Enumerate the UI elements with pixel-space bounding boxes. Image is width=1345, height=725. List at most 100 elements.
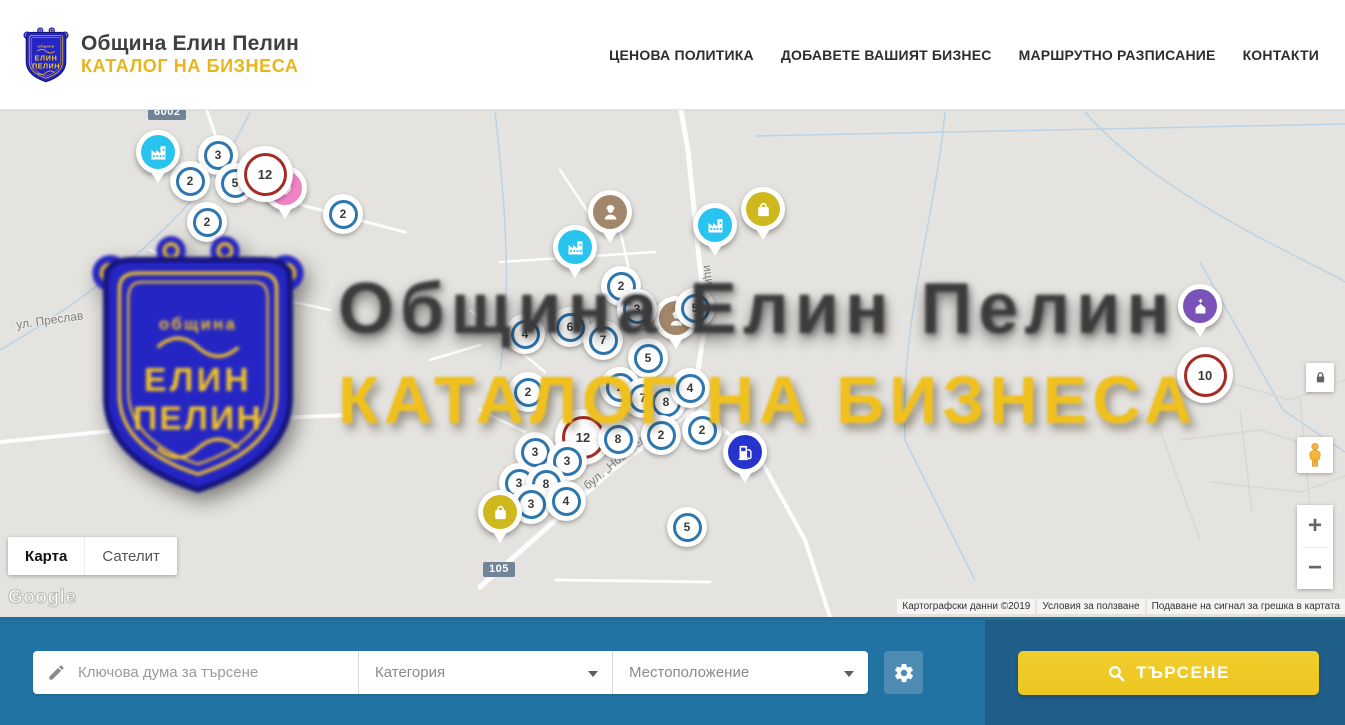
location-select[interactable]: Местоположение — [612, 651, 868, 694]
bag-icon — [490, 502, 511, 523]
map-pin-marker[interactable] — [693, 203, 737, 247]
map-type-satellite-button[interactable]: Сателит — [84, 537, 177, 575]
cluster-ring: 7 — [589, 326, 618, 355]
cluster-count: 12 — [258, 167, 272, 182]
pegman-icon — [1303, 442, 1327, 468]
map-cluster-marker[interactable]: 5 — [675, 288, 715, 328]
attribution-copyright: Картографски данни ©2019 — [897, 599, 1035, 614]
search-submit-button[interactable]: ТЪРСЕНЕ — [1018, 651, 1319, 695]
map-cluster-marker[interactable]: 4 — [670, 368, 710, 408]
main-nav: ЦЕНОВА ПОЛИТИКА ДОБАВЕТЕ ВАШИЯТ БИЗНЕС М… — [609, 47, 1319, 63]
google-logo[interactable]: Google — [8, 587, 76, 609]
map-markers-layer: 325122223564752278412822333834510 — [0, 110, 1345, 617]
map-pin-marker[interactable] — [1178, 284, 1222, 328]
map-cluster-marker[interactable]: 2 — [170, 161, 210, 201]
attribution-report-error-link[interactable]: Подаване на сигнал за грешка в картата — [1147, 599, 1345, 614]
cluster-count: 2 — [340, 207, 347, 221]
cluster-ring: 3 — [521, 438, 550, 467]
category-select[interactable]: Категория — [358, 651, 612, 694]
pin-circle — [558, 230, 592, 264]
pin-circle — [698, 208, 732, 242]
map-cluster-marker[interactable]: 2 — [323, 194, 363, 234]
map-cluster-marker[interactable]: 2 — [641, 415, 681, 455]
pin-circle — [746, 192, 780, 226]
map-cluster-marker[interactable]: 4 — [546, 481, 586, 521]
cluster-ring: 6 — [556, 313, 585, 342]
cluster-count: 5 — [684, 520, 691, 534]
map-pin-marker[interactable] — [741, 187, 785, 231]
keyword-input[interactable] — [78, 664, 348, 681]
cluster-count: 2 — [618, 279, 625, 293]
map-type-map-button[interactable]: Карта — [8, 537, 84, 575]
map-cluster-marker[interactable]: 12 — [237, 146, 293, 202]
map-pin-marker[interactable] — [588, 190, 632, 234]
map-lock-button[interactable] — [1306, 363, 1334, 392]
cluster-ring: 5 — [681, 294, 710, 323]
map-cluster-marker[interactable]: 5 — [667, 507, 707, 547]
street-view-pegman-button[interactable] — [1297, 437, 1333, 473]
cluster-count: 2 — [187, 174, 194, 188]
nav-item-pricing[interactable]: ЦЕНОВА ПОЛИТИКА — [609, 47, 754, 63]
map-pin-marker[interactable] — [723, 430, 767, 474]
advanced-filters-button[interactable] — [884, 651, 923, 694]
map-cluster-marker[interactable]: 2 — [508, 372, 548, 412]
cluster-count: 3 — [215, 148, 222, 162]
app-window: Община Елин Пелин КАТАЛОГ НА БИЗНЕСА ЦЕН… — [0, 0, 1345, 725]
church-icon — [1190, 296, 1211, 317]
map-cluster-marker[interactable]: 8 — [598, 419, 638, 459]
zoom-in-button[interactable]: + — [1297, 505, 1333, 547]
cluster-count: 7 — [600, 333, 607, 347]
fuel-icon — [735, 442, 756, 463]
pin-circle — [593, 195, 627, 229]
map-cluster-marker[interactable]: 3 — [617, 289, 657, 329]
keyword-field[interactable] — [33, 651, 358, 694]
search-icon — [1107, 664, 1126, 683]
gear-icon — [893, 662, 915, 684]
cluster-ring: 4 — [552, 487, 581, 516]
cluster-ring: 3 — [623, 295, 652, 324]
nav-item-add-business[interactable]: ДОБАВЕТЕ ВАШИЯТ БИЗНЕС — [781, 47, 992, 63]
cluster-count: 2 — [525, 385, 532, 399]
map-pin-marker[interactable] — [136, 130, 180, 174]
pin-circle — [141, 135, 175, 169]
map-cluster-marker[interactable]: 2 — [187, 202, 227, 242]
cluster-count: 6 — [567, 320, 574, 334]
cluster-ring: 4 — [511, 320, 540, 349]
attribution-terms-link[interactable]: Условия за ползване — [1037, 599, 1144, 614]
search-bar: Категория Местоположение ТЪРСЕНЕ — [0, 617, 1345, 725]
map-pin-marker[interactable] — [478, 490, 522, 534]
nav-item-schedule[interactable]: МАРШРУТНО РАЗПИСАНИЕ — [1019, 47, 1216, 63]
cluster-ring: 2 — [688, 416, 717, 445]
map-cluster-marker[interactable]: 4 — [505, 314, 545, 354]
caret-down-icon — [588, 671, 598, 677]
pin-circle — [483, 495, 517, 529]
nav-item-contacts[interactable]: КОНТАКТИ — [1243, 47, 1319, 63]
location-select-label: Местоположение — [629, 664, 749, 681]
cluster-ring: 8 — [604, 425, 633, 454]
worker-icon — [600, 202, 621, 223]
map-canvas[interactable]: 6002105ул. Преславбул. „Новоселици“ 3251… — [0, 110, 1345, 617]
map-cluster-marker[interactable]: 7 — [583, 320, 623, 360]
map-pin-marker[interactable] — [553, 225, 597, 269]
map-cluster-marker[interactable]: 2 — [682, 410, 722, 450]
factory-icon — [148, 142, 169, 163]
cluster-ring: 2 — [514, 378, 543, 407]
map-type-control: Карта Сателит — [8, 537, 177, 575]
brand-title: Община Елин Пелин — [81, 32, 299, 56]
brand-home-link[interactable]: Община Елин Пелин КАТАЛОГ НА БИЗНЕСА — [22, 23, 299, 86]
map-cluster-marker[interactable]: 10 — [1177, 347, 1233, 403]
cluster-ring: 5 — [673, 513, 702, 542]
cluster-ring: 2 — [193, 208, 222, 237]
cluster-count: 8 — [663, 395, 670, 409]
pin-circle — [1183, 289, 1217, 323]
cluster-ring: 2 — [176, 167, 205, 196]
zoom-out-button[interactable]: − — [1297, 548, 1333, 590]
cluster-count: 3 — [528, 497, 535, 511]
cluster-ring: 12 — [244, 153, 287, 196]
category-select-label: Категория — [375, 664, 445, 681]
cluster-count: 2 — [658, 428, 665, 442]
cluster-count: 2 — [699, 423, 706, 437]
cluster-count: 2 — [617, 380, 624, 394]
cluster-count: 8 — [615, 432, 622, 446]
factory-icon — [705, 215, 726, 236]
